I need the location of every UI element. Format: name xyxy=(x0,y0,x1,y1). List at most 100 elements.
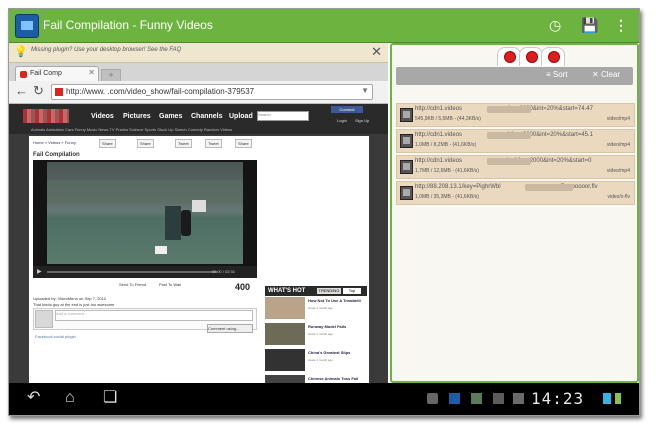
list-item-title[interactable]: Runway Model Fails xyxy=(308,324,346,329)
connect-button[interactable]: Connect xyxy=(331,106,363,113)
tweet-button-2[interactable]: Tweet xyxy=(205,139,222,148)
tweet-button[interactable]: Tweet xyxy=(175,139,192,148)
back-icon[interactable]: ↶ xyxy=(27,389,40,407)
film-icon xyxy=(400,134,413,148)
web-content: Videos Pictures Games Channels Upload An… xyxy=(9,104,388,383)
home-icon[interactable]: ⌂ xyxy=(65,389,75,407)
video-controls[interactable]: ▶ 00:00 / 02:31 xyxy=(33,266,257,278)
download-panel: ≡ Sort ✕ Clear http://cdn1.videos ...&sr=… xyxy=(390,43,639,383)
comment-input[interactable]: Add a comment... xyxy=(55,310,253,321)
tab-trending[interactable]: TRENDING xyxy=(317,288,341,294)
site-nav-games[interactable]: Games xyxy=(159,113,182,120)
site-logo[interactable] xyxy=(23,109,69,123)
overflow-menu-icon[interactable]: ⋮ xyxy=(614,17,628,33)
breadcrumb[interactable]: Home » Videos » Funny xyxy=(33,140,76,145)
panel-tab-2[interactable] xyxy=(519,47,543,66)
url-bar: ← ↻ http://www. .com/video_show/fail-com… xyxy=(9,81,388,104)
gallery-icon[interactable] xyxy=(471,393,482,404)
post-to-wall-link[interactable]: Post To Wall xyxy=(159,282,181,287)
download-item[interactable]: http://cdn1.videos ...i=-1&sr=2000&int=20… xyxy=(396,155,635,179)
comment-plugin-note[interactable]: Facebook social plugin xyxy=(35,334,76,339)
video-thumbnail[interactable] xyxy=(265,375,305,383)
download-type: video/mp4 xyxy=(606,168,630,174)
site-subnav[interactable]: Animals Animation Cars Funny Music News … xyxy=(31,127,232,132)
browser-tab-strip: Fail Comp ✕ + xyxy=(9,63,388,83)
download-size: 1,0MB / 35,3MB - (41,6KB/s) xyxy=(415,194,479,200)
back-arrow-icon[interactable]: ← xyxy=(15,84,28,98)
send-to-friend-link[interactable]: Send To Friend xyxy=(119,282,146,287)
film-icon xyxy=(400,108,413,122)
clock-icon[interactable]: ◷ xyxy=(549,17,561,33)
list-item-title[interactable]: Chinese Animals Toss Fail xyxy=(308,376,358,381)
site-nav-pictures[interactable]: Pictures xyxy=(123,113,151,120)
download-item[interactable]: http://cdn1.videos ...&sr=2000&int=20%&st… xyxy=(396,103,635,127)
url-input[interactable]: http://www. .com/video_show/fail-compila… xyxy=(51,84,373,100)
record-icon xyxy=(526,51,538,63)
download-size: 545,9KB / 5,5MB - (44,3KB/s) xyxy=(415,116,481,122)
panel-tab-1[interactable] xyxy=(497,47,521,66)
download-item[interactable]: http://cdn1.videos ...1&sr=2000&int=20%&s… xyxy=(396,129,635,153)
chevron-down-icon[interactable]: ▼ xyxy=(361,86,369,95)
login-link[interactable]: Login xyxy=(337,118,347,123)
comment-using-button[interactable]: Comment using... xyxy=(207,324,253,333)
content-page: Home » Videos » Funny Share Share Tweet … xyxy=(29,136,369,383)
site-nav-upload[interactable]: Upload xyxy=(229,113,253,120)
video-progress-bar[interactable] xyxy=(47,271,217,273)
site-favicon-icon xyxy=(20,71,27,78)
download-notification-icon[interactable] xyxy=(493,393,504,404)
download-type: video/mp4 xyxy=(606,116,630,122)
wifi-icon[interactable] xyxy=(603,393,611,404)
redacted-url-part xyxy=(525,184,573,191)
battery-icon[interactable] xyxy=(615,393,621,404)
list-item[interactable]: How Not To Use A Treadmill views 1 month… xyxy=(265,297,367,321)
download-size: 1,7MB / 12,6MB - (41,6KB/s) xyxy=(415,168,479,174)
close-icon[interactable]: ✕ xyxy=(371,44,382,60)
list-item[interactable]: Chinese Animals Toss Fail xyxy=(265,375,367,383)
app-logo-icon[interactable] xyxy=(15,14,39,38)
play-icon[interactable]: ▶ xyxy=(37,268,42,275)
plugin-notice-text[interactable]: Missing plugin? Use your desktop browser… xyxy=(31,47,181,53)
recent-apps-icon[interactable]: ❏ xyxy=(103,389,117,407)
usb-icon[interactable] xyxy=(427,393,438,404)
list-item-title[interactable]: China's Greatest Slips xyxy=(308,350,350,355)
list-item-meta: views 1 month ago xyxy=(308,306,334,310)
whats-hot-title: WHAT'S HOT xyxy=(268,288,306,294)
panel-tab-3[interactable] xyxy=(541,47,565,66)
status-clock[interactable]: 14:23 xyxy=(531,389,584,408)
site-nav-channels[interactable]: Channels xyxy=(191,113,223,120)
site-search-input[interactable]: Search xyxy=(257,111,309,121)
browser-tab-title: Fail Comp xyxy=(30,70,62,77)
video-player[interactable]: ▶ 00:00 / 02:31 xyxy=(33,160,257,278)
browser-tab[interactable]: Fail Comp ✕ xyxy=(15,66,99,82)
app-action-bar: Fail Compilation - Funny Videos ◷ 💾 ⋮ xyxy=(9,9,639,43)
redacted-url-part xyxy=(487,158,531,165)
download-item[interactable]: http://88.208.13.1/key=PighrWbl outBooooo… xyxy=(396,181,635,205)
clear-button[interactable]: ✕ Clear xyxy=(592,70,620,79)
video-thumbnail[interactable] xyxy=(265,349,305,371)
list-item-meta: views 1 month ago xyxy=(308,358,334,362)
close-tab-icon[interactable]: ✕ xyxy=(88,68,95,77)
share-button-2[interactable]: Share xyxy=(137,139,154,148)
list-item[interactable]: China's Greatest Slips views 1 month ago xyxy=(265,349,367,373)
video-thumbnail[interactable] xyxy=(265,297,305,319)
share-button-3[interactable]: Share xyxy=(235,139,252,148)
app-notification-icon[interactable] xyxy=(449,393,460,404)
site-favicon-icon xyxy=(55,88,63,96)
film-icon xyxy=(400,186,413,200)
list-item-title[interactable]: How Not To Use A Treadmill xyxy=(308,298,361,303)
record-icon xyxy=(548,51,560,63)
site-nav-videos[interactable]: Videos xyxy=(91,113,114,120)
floppy-icon[interactable]: 💾 xyxy=(581,17,598,33)
sort-button[interactable]: ≡ Sort xyxy=(546,70,568,79)
video-thumbnail[interactable] xyxy=(265,323,305,345)
record-icon xyxy=(504,51,516,63)
list-item[interactable]: Runway Model Fails views 1 month ago xyxy=(265,323,367,347)
download-notification-icon[interactable] xyxy=(513,393,524,404)
plugin-notice: 💡 Missing plugin? Use your desktop brows… xyxy=(9,43,388,63)
signup-link[interactable]: Sign Up xyxy=(355,118,369,123)
tab-top[interactable]: Top xyxy=(343,288,361,294)
url-text: http://www. .com/video_show/fail-compila… xyxy=(66,87,255,96)
whats-hot-header: WHAT'S HOT TRENDING Top xyxy=(265,286,367,296)
share-button[interactable]: Share xyxy=(99,139,116,148)
refresh-icon[interactable]: ↻ xyxy=(33,84,44,98)
